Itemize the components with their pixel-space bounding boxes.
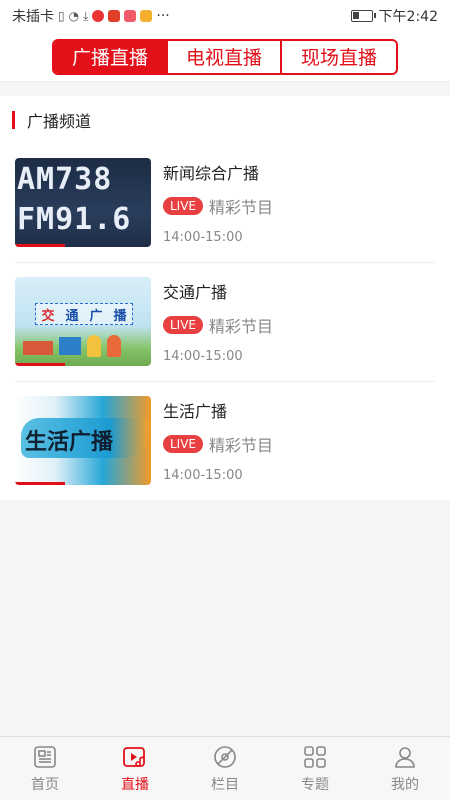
progress-bar bbox=[15, 244, 65, 247]
thumb-scenery bbox=[23, 341, 53, 355]
section-title: 广播频道 bbox=[27, 112, 92, 131]
channel-item-news[interactable]: AM738 FM91.6 新闻综合广播 LIVE 精彩节目 14:00-15:0… bbox=[15, 158, 435, 276]
program-label: 精彩节目 bbox=[209, 317, 274, 336]
channel-name: 新闻综合广播 bbox=[163, 164, 260, 183]
bottom-nav: 首页 直播 栏目 专题 我的 bbox=[0, 736, 450, 800]
header: 广播直播 电视直播 现场直播 bbox=[0, 32, 450, 82]
app-notification-icon-3 bbox=[124, 10, 137, 22]
thumb-char: 播 bbox=[113, 308, 127, 324]
section-header: 广播频道 bbox=[0, 96, 450, 144]
channel-name: 交通广播 bbox=[163, 283, 228, 302]
program-time: 14:00-15:00 bbox=[163, 349, 243, 364]
channel-thumbnail: 交 通 广 播 bbox=[15, 277, 151, 366]
divider bbox=[15, 381, 435, 382]
program-time: 14:00-15:00 bbox=[163, 230, 243, 245]
thumb-text-line1: AM738 bbox=[17, 162, 113, 197]
user-icon bbox=[395, 746, 415, 768]
disc-icon bbox=[214, 745, 236, 768]
progress-bar bbox=[15, 482, 65, 485]
nav-label: 我的 bbox=[391, 776, 419, 793]
divider bbox=[15, 262, 435, 263]
live-type-tabs: 广播直播 电视直播 现场直播 bbox=[52, 38, 398, 75]
tab-radio-live[interactable]: 广播直播 bbox=[54, 40, 168, 73]
carrier-text: 未插卡 bbox=[12, 9, 54, 25]
tab-tv-live[interactable]: 电视直播 bbox=[168, 40, 282, 73]
app-notification-icon bbox=[92, 10, 105, 22]
news-icon bbox=[34, 745, 56, 768]
thumb-char: 通 bbox=[65, 308, 79, 324]
channel-item-traffic[interactable]: 交 通 广 播 交通广播 LIVE 精彩节目 14:00-15:00 bbox=[15, 277, 435, 395]
wifi-icon: ◔ bbox=[68, 9, 80, 23]
app-notification-icon-2 bbox=[108, 10, 121, 22]
nav-live[interactable]: 直播 bbox=[90, 737, 180, 800]
section-accent-bar bbox=[12, 111, 15, 129]
more-notifications-icon: ··· bbox=[156, 8, 170, 24]
tab-onsite-live[interactable]: 现场直播 bbox=[282, 40, 396, 73]
thumb-char: 交 bbox=[41, 308, 55, 324]
program-label: 精彩节目 bbox=[209, 436, 274, 455]
app-notification-icon-4 bbox=[140, 10, 153, 22]
thumb-char: 广 bbox=[89, 308, 103, 324]
grid-icon bbox=[304, 745, 326, 768]
nav-label: 首页 bbox=[31, 776, 59, 793]
nav-mine[interactable]: 我的 bbox=[360, 737, 450, 800]
status-bar: 未插卡 ▯ ◔ ⤓ ··· 下午2:42 bbox=[0, 0, 450, 32]
nav-home[interactable]: 首页 bbox=[0, 737, 90, 800]
download-icon: ⤓ bbox=[83, 8, 89, 23]
thumb-text: 生活广播 bbox=[25, 429, 114, 455]
live-badge: LIVE bbox=[163, 435, 204, 453]
battery-icon bbox=[350, 10, 376, 22]
nav-label: 栏目 bbox=[211, 776, 239, 793]
nav-label: 专题 bbox=[301, 776, 329, 793]
thumb-text-line2: FM91.6 bbox=[17, 202, 132, 237]
clock: 下午2:42 bbox=[378, 9, 438, 25]
channel-list-panel: 广播频道 AM738 FM91.6 新闻综合广播 LIVE 精彩节目 14:00… bbox=[0, 96, 450, 500]
progress-bar bbox=[15, 363, 65, 366]
channel-item-life[interactable]: 生活广播 生活广播 LIVE 精彩节目 14:00-15:00 bbox=[15, 396, 435, 514]
program-label: 精彩节目 bbox=[209, 198, 274, 217]
thumb-banner: 交 通 广 播 bbox=[35, 303, 133, 325]
live-row: LIVE 精彩节目 bbox=[163, 194, 273, 218]
channel-name: 生活广播 bbox=[163, 402, 228, 421]
thumb-scenery bbox=[87, 335, 101, 357]
nav-columns[interactable]: 栏目 bbox=[180, 737, 270, 800]
nav-label: 直播 bbox=[121, 776, 149, 793]
live-row: LIVE 精彩节目 bbox=[163, 432, 273, 456]
live-badge: LIVE bbox=[163, 316, 204, 334]
sim-icon: ▯ bbox=[58, 9, 65, 23]
thumb-scenery bbox=[59, 337, 81, 355]
live-play-icon bbox=[123, 746, 145, 767]
program-time: 14:00-15:00 bbox=[163, 468, 243, 483]
channel-thumbnail: AM738 FM91.6 bbox=[15, 158, 151, 247]
live-badge: LIVE bbox=[163, 197, 204, 215]
channel-thumbnail: 生活广播 bbox=[15, 396, 151, 485]
live-row: LIVE 精彩节目 bbox=[163, 313, 273, 337]
thumb-scenery bbox=[107, 335, 121, 357]
nav-topics[interactable]: 专题 bbox=[270, 737, 360, 800]
